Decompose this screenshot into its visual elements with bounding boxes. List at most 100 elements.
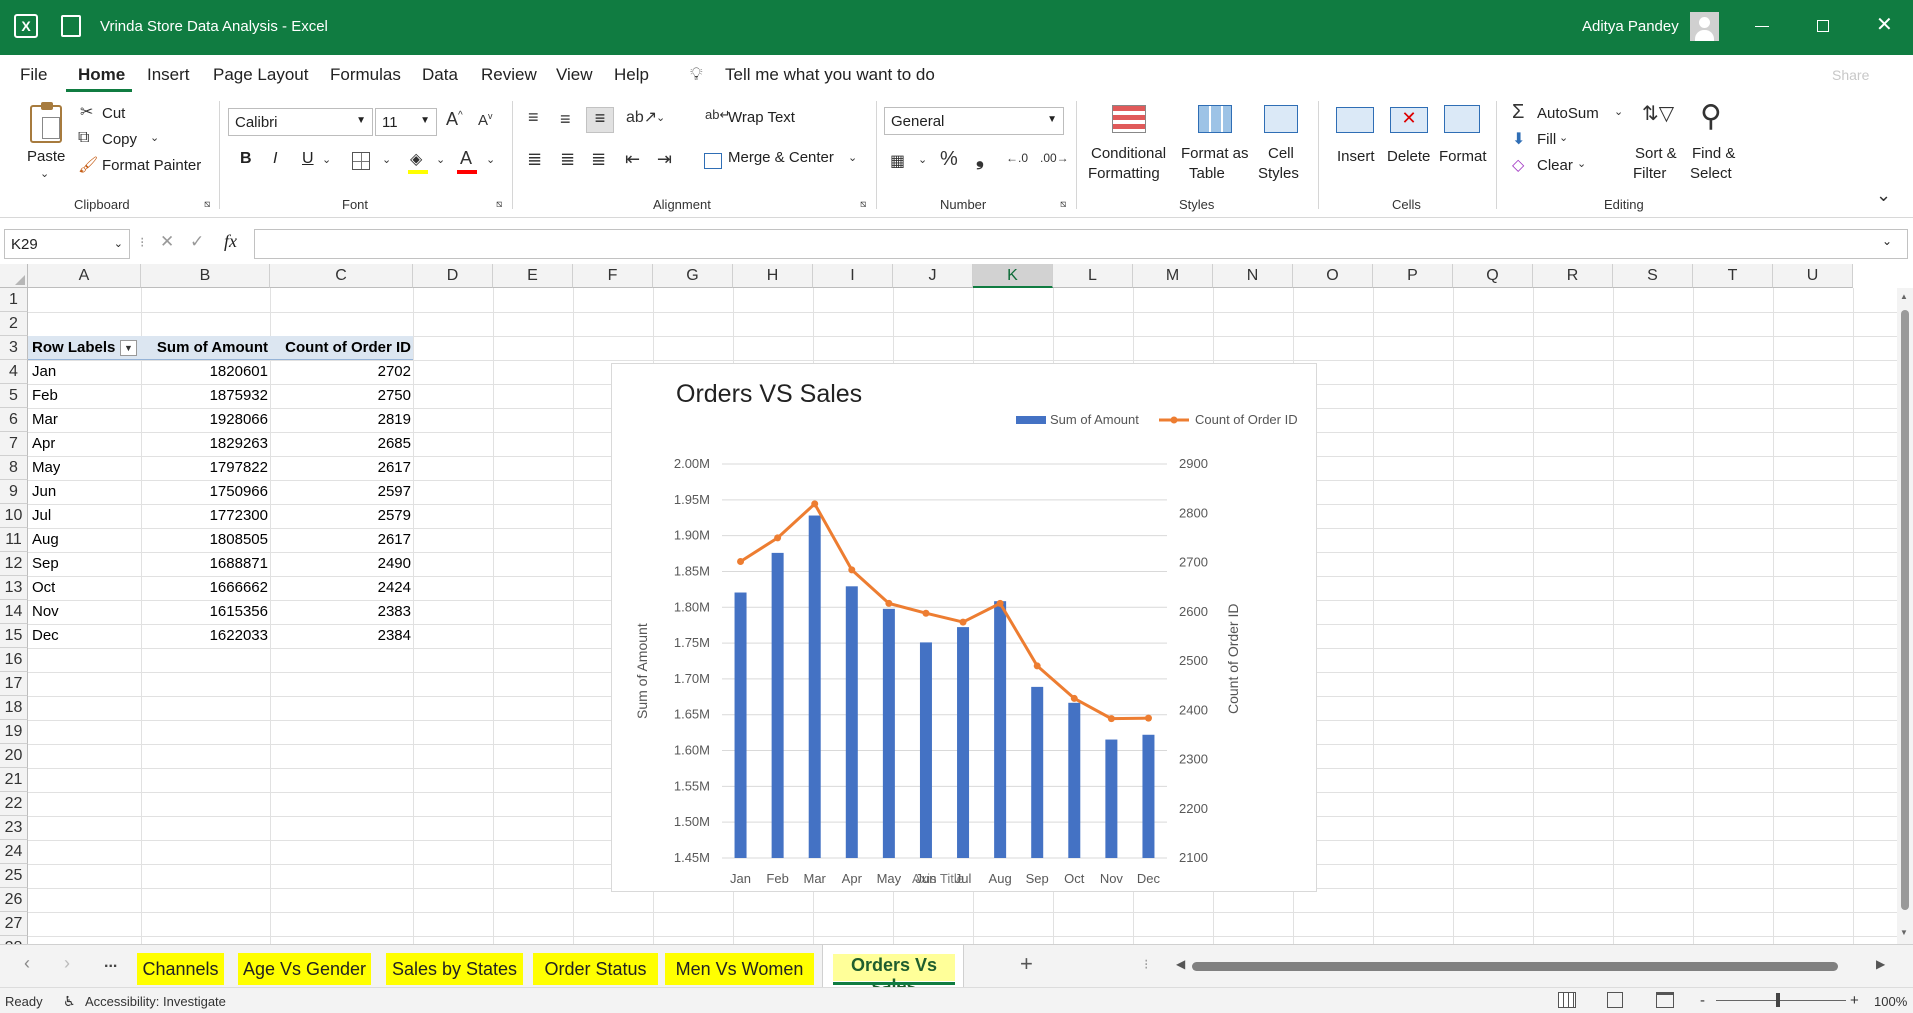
pivot-count-cell[interactable]: 2750 [272, 387, 411, 404]
line-point-jul[interactable] [959, 618, 967, 626]
row-header-21[interactable]: 21 [0, 768, 28, 792]
menu-review[interactable]: Review [481, 65, 537, 85]
row-header-9[interactable]: 9 [0, 480, 28, 504]
hscroll-right-icon[interactable]: ▶ [1876, 957, 1885, 971]
close-icon[interactable]: ✕ [1876, 12, 1893, 37]
bar-mar[interactable] [808, 515, 821, 858]
autosum-button[interactable]: AutoSum [1537, 105, 1599, 122]
row-header-11[interactable]: 11 [0, 528, 28, 552]
bar-feb[interactable] [771, 552, 784, 858]
page-break-view-icon[interactable] [1656, 992, 1674, 1008]
bar-dec[interactable] [1142, 734, 1155, 858]
row-header-19[interactable]: 19 [0, 720, 28, 744]
name-box[interactable]: K29 ⌄ [4, 229, 130, 259]
column-header-n[interactable]: N [1213, 264, 1293, 288]
wrap-text-button[interactable]: Wrap Text [728, 109, 795, 126]
next-sheet-icon[interactable]: › [64, 953, 70, 974]
decrease-indent-icon[interactable]: ⇤ [625, 149, 640, 170]
column-header-e[interactable]: E [493, 264, 573, 288]
font-color-icon[interactable]: A [460, 148, 472, 169]
menu-home[interactable]: Home [78, 65, 125, 85]
orientation-dropdown-icon[interactable]: ⌄ [656, 111, 665, 124]
column-header-c[interactable]: C [270, 264, 413, 288]
pivot-filter-dropdown-icon[interactable]: ▼ [120, 340, 137, 356]
pivot-row-label[interactable]: Feb [32, 387, 58, 404]
increase-decimal-icon[interactable]: ←.0 [1006, 151, 1028, 165]
find-select-label2[interactable]: Select [1690, 165, 1732, 182]
pivot-row-label[interactable]: Dec [32, 627, 59, 644]
insert-function-button[interactable]: fx [224, 231, 237, 252]
zoom-level[interactable]: 100% [1874, 994, 1907, 1009]
accessibility-status[interactable]: Accessibility: Investigate [85, 994, 226, 1009]
copy-button[interactable]: Copy [102, 131, 137, 148]
copy-dropdown-icon[interactable]: ⌄ [150, 131, 159, 144]
autosum-dropdown-icon[interactable]: ⌄ [1614, 105, 1623, 118]
underline-dropdown-icon[interactable]: ⌄ [322, 153, 331, 166]
column-header-s[interactable]: S [1613, 264, 1693, 288]
alignment-launcher-icon[interactable]: ⧅ [860, 199, 866, 210]
row-header-20[interactable]: 20 [0, 744, 28, 768]
row-header-18[interactable]: 18 [0, 696, 28, 720]
sheet-tab-age-vs-gender[interactable]: Age Vs Gender [238, 953, 371, 985]
bold-button[interactable]: B [240, 150, 252, 168]
merge-center-button[interactable]: Merge & Center [728, 149, 834, 166]
zoom-slider-thumb[interactable] [1776, 993, 1780, 1007]
row-header-16[interactable]: 16 [0, 648, 28, 672]
pivot-sum-cell[interactable]: 1772300 [143, 507, 268, 524]
column-header-h[interactable]: H [733, 264, 813, 288]
column-header-r[interactable]: R [1533, 264, 1613, 288]
line-point-dec[interactable] [1144, 714, 1152, 722]
row-header-5[interactable]: 5 [0, 384, 28, 408]
bar-sep[interactable] [1031, 686, 1044, 858]
bar-may[interactable] [882, 608, 895, 858]
accounting-dropdown-icon[interactable]: ⌄ [918, 153, 927, 166]
cut-button[interactable]: Cut [102, 105, 125, 122]
line-point-mar[interactable] [811, 500, 819, 508]
align-left-icon[interactable]: ≣ [527, 149, 542, 170]
zoom-out-button[interactable]: - [1700, 992, 1705, 1009]
row-header-27[interactable]: 27 [0, 912, 28, 936]
pivot-sum-cell[interactable]: 1688871 [143, 555, 268, 572]
row-header-24[interactable]: 24 [0, 840, 28, 864]
number-format-dropdown[interactable]: General ▼ [884, 107, 1064, 135]
share-button[interactable]: Share [1832, 67, 1869, 83]
pivot-sum-cell[interactable]: 1666662 [143, 579, 268, 596]
cell-styles-label2[interactable]: Styles [1258, 165, 1299, 182]
row-header-10[interactable]: 10 [0, 504, 28, 528]
row-header-23[interactable]: 23 [0, 816, 28, 840]
row-header-3[interactable]: 3 [0, 336, 28, 360]
clipboard-launcher-icon[interactable]: ⧅ [204, 199, 210, 210]
increase-indent-icon[interactable]: ⇥ [657, 149, 672, 170]
pivot-row-label[interactable]: Aug [32, 531, 59, 548]
pivot-row-label[interactable]: Nov [32, 603, 59, 620]
bar-apr[interactable] [845, 586, 858, 858]
conditional-formatting-button[interactable]: Conditional [1091, 145, 1166, 162]
pivot-count-cell[interactable]: 2617 [272, 459, 411, 476]
align-right-icon[interactable]: ≣ [591, 149, 606, 170]
clear-button[interactable]: Clear [1537, 157, 1573, 174]
column-header-p[interactable]: P [1373, 264, 1453, 288]
row-header-1[interactable]: 1 [0, 288, 28, 312]
comma-style-icon[interactable]: ❟ [976, 148, 984, 171]
sort-filter-label2[interactable]: Filter [1633, 165, 1666, 182]
percent-icon[interactable]: % [940, 148, 958, 171]
paste-icon[interactable] [30, 102, 62, 143]
conditional-formatting-label2[interactable]: Formatting [1088, 165, 1160, 182]
confirm-entry-icon[interactable]: ✓ [190, 232, 204, 252]
cell-styles-button[interactable]: Cell [1268, 145, 1294, 162]
column-header-j[interactable]: J [893, 264, 973, 288]
cancel-entry-icon[interactable]: ✕ [160, 232, 174, 252]
hscroll-left-icon[interactable]: ◀ [1176, 957, 1185, 971]
column-header-i[interactable]: I [813, 264, 893, 288]
accounting-format-icon[interactable]: ▦ [890, 151, 905, 171]
pivot-count-cell[interactable]: 2702 [272, 363, 411, 380]
menu-insert[interactable]: Insert [147, 65, 190, 85]
pivot-row-label[interactable]: Jul [32, 507, 51, 524]
increase-font-icon[interactable]: A^ [446, 109, 463, 130]
pivot-sum-cell[interactable]: 1829263 [143, 435, 268, 452]
row-header-4[interactable]: 4 [0, 360, 28, 384]
prev-sheet-icon[interactable]: ‹ [24, 953, 30, 974]
sheet-tab-order-status[interactable]: Order Status [533, 953, 658, 985]
pivot-header-sum-of-amount[interactable]: Sum of Amount [143, 339, 268, 356]
italic-button[interactable]: I [273, 150, 277, 168]
